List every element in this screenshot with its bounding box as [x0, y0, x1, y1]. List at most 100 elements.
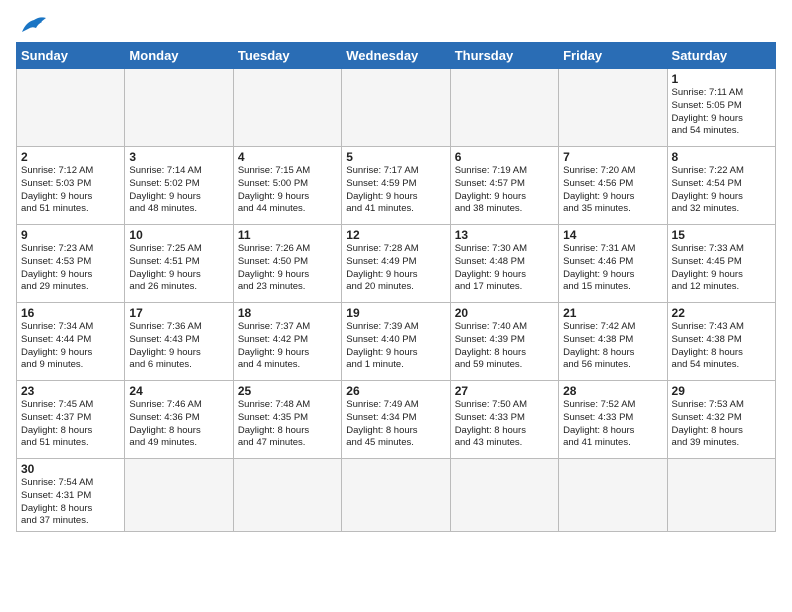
day-info: Sunrise: 7:15 AM Sunset: 5:00 PM Dayligh… [238, 165, 337, 216]
calendar-header-row: SundayMondayTuesdayWednesdayThursdayFrid… [17, 43, 776, 69]
day-info: Sunrise: 7:33 AM Sunset: 4:45 PM Dayligh… [672, 243, 771, 294]
day-number: 16 [21, 306, 120, 320]
day-number: 14 [563, 228, 662, 242]
calendar-cell: 24Sunrise: 7:46 AM Sunset: 4:36 PM Dayli… [125, 381, 233, 459]
day-info: Sunrise: 7:25 AM Sunset: 4:51 PM Dayligh… [129, 243, 228, 294]
calendar-cell: 13Sunrise: 7:30 AM Sunset: 4:48 PM Dayli… [450, 225, 558, 303]
calendar: SundayMondayTuesdayWednesdayThursdayFrid… [16, 42, 776, 532]
day-number: 15 [672, 228, 771, 242]
calendar-cell: 25Sunrise: 7:48 AM Sunset: 4:35 PM Dayli… [233, 381, 341, 459]
day-info: Sunrise: 7:43 AM Sunset: 4:38 PM Dayligh… [672, 321, 771, 372]
day-number: 25 [238, 384, 337, 398]
day-info: Sunrise: 7:45 AM Sunset: 4:37 PM Dayligh… [21, 399, 120, 450]
calendar-week-row: 2Sunrise: 7:12 AM Sunset: 5:03 PM Daylig… [17, 147, 776, 225]
day-number: 5 [346, 150, 445, 164]
day-info: Sunrise: 7:17 AM Sunset: 4:59 PM Dayligh… [346, 165, 445, 216]
day-info: Sunrise: 7:36 AM Sunset: 4:43 PM Dayligh… [129, 321, 228, 372]
calendar-week-row: 16Sunrise: 7:34 AM Sunset: 4:44 PM Dayli… [17, 303, 776, 381]
page: SundayMondayTuesdayWednesdayThursdayFrid… [0, 0, 792, 542]
day-number: 23 [21, 384, 120, 398]
calendar-cell [450, 459, 558, 532]
logo-bird-icon [18, 14, 46, 36]
calendar-cell: 22Sunrise: 7:43 AM Sunset: 4:38 PM Dayli… [667, 303, 775, 381]
day-number: 8 [672, 150, 771, 164]
calendar-cell [559, 459, 667, 532]
calendar-cell: 11Sunrise: 7:26 AM Sunset: 4:50 PM Dayli… [233, 225, 341, 303]
calendar-cell: 30Sunrise: 7:54 AM Sunset: 4:31 PM Dayli… [17, 459, 125, 532]
header-thursday: Thursday [450, 43, 558, 69]
day-number: 12 [346, 228, 445, 242]
calendar-cell: 28Sunrise: 7:52 AM Sunset: 4:33 PM Dayli… [559, 381, 667, 459]
day-number: 26 [346, 384, 445, 398]
calendar-cell: 23Sunrise: 7:45 AM Sunset: 4:37 PM Dayli… [17, 381, 125, 459]
calendar-cell: 2Sunrise: 7:12 AM Sunset: 5:03 PM Daylig… [17, 147, 125, 225]
day-number: 24 [129, 384, 228, 398]
day-info: Sunrise: 7:19 AM Sunset: 4:57 PM Dayligh… [455, 165, 554, 216]
day-number: 28 [563, 384, 662, 398]
day-number: 29 [672, 384, 771, 398]
day-info: Sunrise: 7:37 AM Sunset: 4:42 PM Dayligh… [238, 321, 337, 372]
calendar-cell: 10Sunrise: 7:25 AM Sunset: 4:51 PM Dayli… [125, 225, 233, 303]
calendar-cell: 4Sunrise: 7:15 AM Sunset: 5:00 PM Daylig… [233, 147, 341, 225]
day-number: 11 [238, 228, 337, 242]
day-number: 20 [455, 306, 554, 320]
day-number: 10 [129, 228, 228, 242]
day-number: 13 [455, 228, 554, 242]
day-number: 21 [563, 306, 662, 320]
calendar-cell: 15Sunrise: 7:33 AM Sunset: 4:45 PM Dayli… [667, 225, 775, 303]
calendar-cell: 19Sunrise: 7:39 AM Sunset: 4:40 PM Dayli… [342, 303, 450, 381]
calendar-cell [450, 69, 558, 147]
calendar-cell: 16Sunrise: 7:34 AM Sunset: 4:44 PM Dayli… [17, 303, 125, 381]
calendar-cell: 1Sunrise: 7:11 AM Sunset: 5:05 PM Daylig… [667, 69, 775, 147]
day-info: Sunrise: 7:34 AM Sunset: 4:44 PM Dayligh… [21, 321, 120, 372]
day-info: Sunrise: 7:42 AM Sunset: 4:38 PM Dayligh… [563, 321, 662, 372]
calendar-cell [667, 459, 775, 532]
header-wednesday: Wednesday [342, 43, 450, 69]
day-info: Sunrise: 7:12 AM Sunset: 5:03 PM Dayligh… [21, 165, 120, 216]
day-info: Sunrise: 7:30 AM Sunset: 4:48 PM Dayligh… [455, 243, 554, 294]
calendar-cell: 27Sunrise: 7:50 AM Sunset: 4:33 PM Dayli… [450, 381, 558, 459]
calendar-cell: 26Sunrise: 7:49 AM Sunset: 4:34 PM Dayli… [342, 381, 450, 459]
day-info: Sunrise: 7:48 AM Sunset: 4:35 PM Dayligh… [238, 399, 337, 450]
day-number: 17 [129, 306, 228, 320]
calendar-week-row: 9Sunrise: 7:23 AM Sunset: 4:53 PM Daylig… [17, 225, 776, 303]
header-monday: Monday [125, 43, 233, 69]
day-info: Sunrise: 7:14 AM Sunset: 5:02 PM Dayligh… [129, 165, 228, 216]
calendar-cell: 8Sunrise: 7:22 AM Sunset: 4:54 PM Daylig… [667, 147, 775, 225]
day-info: Sunrise: 7:22 AM Sunset: 4:54 PM Dayligh… [672, 165, 771, 216]
calendar-cell [342, 459, 450, 532]
day-number: 7 [563, 150, 662, 164]
day-number: 6 [455, 150, 554, 164]
calendar-week-row: 30Sunrise: 7:54 AM Sunset: 4:31 PM Dayli… [17, 459, 776, 532]
calendar-cell [233, 69, 341, 147]
calendar-cell: 20Sunrise: 7:40 AM Sunset: 4:39 PM Dayli… [450, 303, 558, 381]
day-number: 2 [21, 150, 120, 164]
day-number: 4 [238, 150, 337, 164]
day-info: Sunrise: 7:50 AM Sunset: 4:33 PM Dayligh… [455, 399, 554, 450]
calendar-cell: 14Sunrise: 7:31 AM Sunset: 4:46 PM Dayli… [559, 225, 667, 303]
calendar-cell: 17Sunrise: 7:36 AM Sunset: 4:43 PM Dayli… [125, 303, 233, 381]
header-sunday: Sunday [17, 43, 125, 69]
calendar-week-row: 1Sunrise: 7:11 AM Sunset: 5:05 PM Daylig… [17, 69, 776, 147]
day-info: Sunrise: 7:28 AM Sunset: 4:49 PM Dayligh… [346, 243, 445, 294]
logo [16, 10, 46, 36]
day-info: Sunrise: 7:23 AM Sunset: 4:53 PM Dayligh… [21, 243, 120, 294]
calendar-cell [125, 459, 233, 532]
calendar-cell: 5Sunrise: 7:17 AM Sunset: 4:59 PM Daylig… [342, 147, 450, 225]
calendar-week-row: 23Sunrise: 7:45 AM Sunset: 4:37 PM Dayli… [17, 381, 776, 459]
day-info: Sunrise: 7:46 AM Sunset: 4:36 PM Dayligh… [129, 399, 228, 450]
day-info: Sunrise: 7:39 AM Sunset: 4:40 PM Dayligh… [346, 321, 445, 372]
calendar-cell: 9Sunrise: 7:23 AM Sunset: 4:53 PM Daylig… [17, 225, 125, 303]
header-tuesday: Tuesday [233, 43, 341, 69]
day-number: 18 [238, 306, 337, 320]
calendar-cell: 18Sunrise: 7:37 AM Sunset: 4:42 PM Dayli… [233, 303, 341, 381]
header [16, 10, 776, 36]
header-friday: Friday [559, 43, 667, 69]
day-info: Sunrise: 7:40 AM Sunset: 4:39 PM Dayligh… [455, 321, 554, 372]
day-number: 30 [21, 462, 120, 476]
day-info: Sunrise: 7:54 AM Sunset: 4:31 PM Dayligh… [21, 477, 120, 528]
day-number: 22 [672, 306, 771, 320]
calendar-cell: 29Sunrise: 7:53 AM Sunset: 4:32 PM Dayli… [667, 381, 775, 459]
calendar-cell [342, 69, 450, 147]
day-number: 9 [21, 228, 120, 242]
